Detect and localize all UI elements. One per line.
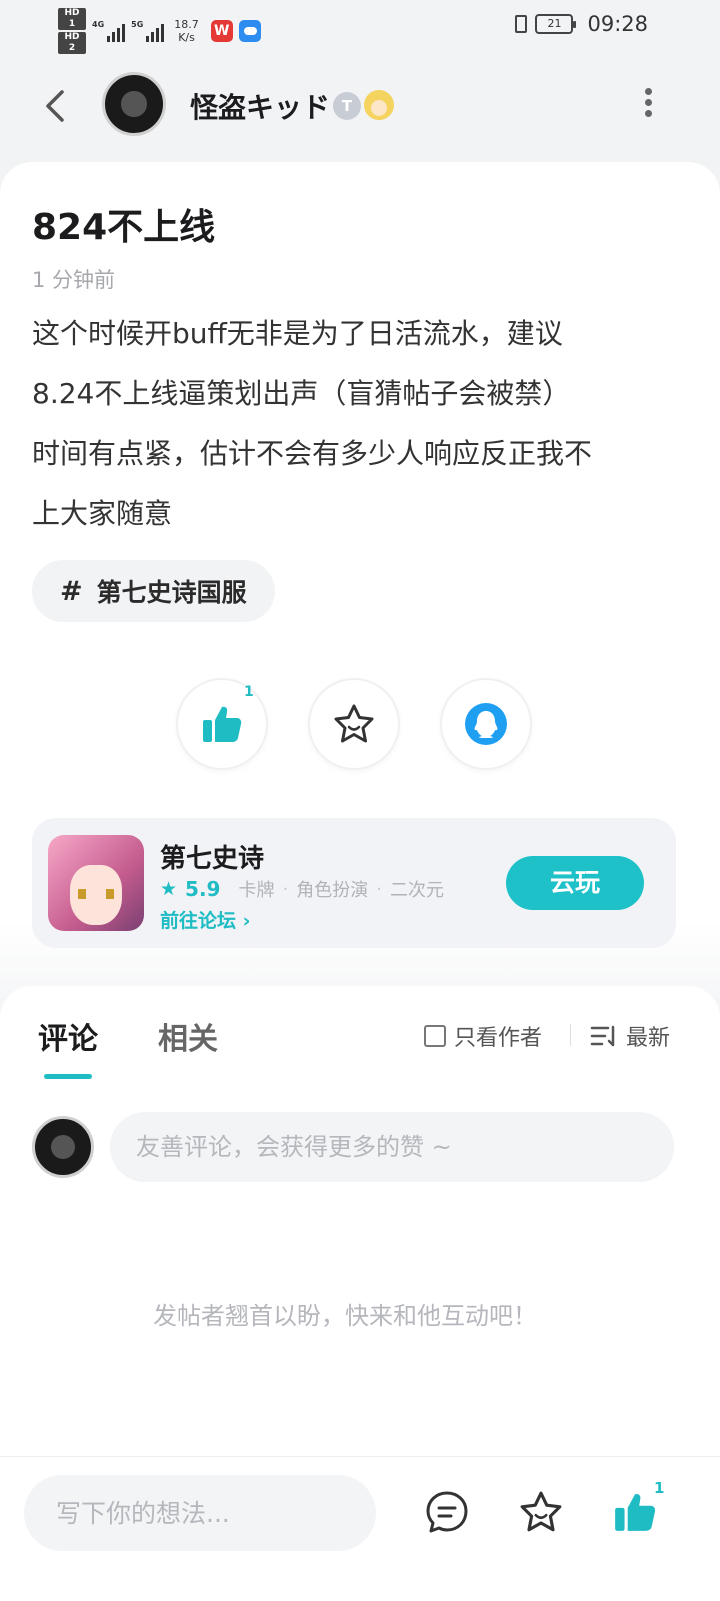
like-count: 1 (244, 684, 254, 700)
status-left: HD 1 HD 2 4G 5G 18.7 K/s W (58, 8, 261, 54)
more-dots-icon (644, 88, 652, 95)
weather-app-icon (238, 20, 261, 42)
hash-icon: # (60, 575, 83, 607)
sort-button[interactable]: 最新 (590, 1020, 670, 1052)
author-avatar[interactable] (102, 72, 166, 136)
comment-icon (426, 1491, 468, 1533)
game-meta: ★ 5.9 卡牌 · 角色扮演 · 二次元 (160, 876, 444, 902)
network-speed-value: 18.7 (174, 18, 199, 31)
cloud-play-button[interactable]: 云玩 (506, 856, 644, 910)
sort-label: 最新 (626, 1026, 671, 1051)
rating-star-icon: ★ (160, 878, 178, 900)
hd1-badge: HD 1 (58, 8, 86, 30)
share-qq-button[interactable] (440, 678, 532, 770)
only-author-toggle[interactable]: 只看作者 (424, 1020, 542, 1052)
clock: 09:28 (587, 12, 648, 36)
status-bar: HD 1 HD 2 4G 5G 18.7 K/s W 21 09:28 (0, 0, 720, 56)
thought-input[interactable] (24, 1475, 376, 1551)
game-genre: 角色扮演 (296, 880, 369, 901)
signal-4g-icon: 4G (92, 20, 126, 42)
only-author-label: 只看作者 (454, 1026, 543, 1051)
topic-tag-label: 第七史诗国服 (96, 578, 247, 607)
qq-icon (465, 703, 507, 745)
network-speed-unit: K/s (178, 31, 195, 44)
comments-section: 评论 相关 只看作者 最新 发帖者翘首以盼，快来和他互动吧！ (0, 986, 720, 1456)
like-button[interactable]: 1 (176, 678, 268, 770)
favorite-button[interactable] (308, 678, 400, 770)
topic-tag[interactable]: # 第七史诗国服 (32, 560, 275, 622)
post-header: 怪盗キッド T (0, 64, 720, 148)
post-body-line: 上大家随意 (32, 497, 173, 530)
tab-comments[interactable]: 评论 (38, 1014, 98, 1058)
author-name[interactable]: 怪盗キッド (190, 86, 330, 126)
back-button[interactable] (38, 86, 78, 126)
genre-separator: · (282, 878, 289, 900)
favorite-bottom-button[interactable] (518, 1489, 564, 1535)
divider (570, 1024, 571, 1046)
signal-5g-icon: 5G (131, 20, 165, 42)
post-title: 824不上线 (32, 207, 216, 248)
like-bottom-count: 1 (654, 1479, 665, 1497)
game-icon[interactable] (48, 835, 144, 931)
wps-app-icon: W (210, 20, 233, 42)
chevron-right-icon: › (242, 910, 251, 932)
tab-related[interactable]: 相关 (158, 1014, 218, 1058)
empty-comments-message: 发帖者翘首以盼，快来和他互动吧！ (153, 1302, 537, 1330)
star-icon (334, 704, 374, 743)
level-badge-icon: T (333, 92, 361, 120)
game-rating: 5.9 (185, 877, 221, 901)
post-time: 1 分钟前 (32, 268, 116, 292)
thumbs-up-icon (615, 1493, 656, 1531)
post-body-line: 这个时候开buff无非是为了日活流水，建议 (32, 317, 563, 350)
thumbs-up-icon (203, 706, 242, 742)
battery-icon: 21 (535, 14, 577, 34)
character-badge-icon (364, 90, 394, 120)
active-tab-indicator (44, 1074, 92, 1079)
game-genre: 卡牌 (238, 880, 275, 901)
game-card[interactable]: 第七史诗 ★ 5.9 卡牌 · 角色扮演 · 二次元 前往论坛 › 云玩 (32, 818, 676, 948)
hd-indicators: HD 1 HD 2 (58, 8, 86, 54)
forum-link[interactable]: 前往论坛 › (160, 906, 250, 933)
comment-input[interactable] (110, 1112, 674, 1182)
forum-link-label: 前往论坛 (160, 910, 237, 932)
network-speed: 18.7 K/s (174, 18, 199, 44)
chevron-left-icon (46, 90, 64, 122)
hd2-badge: HD 2 (58, 32, 86, 54)
post-body: 这个时候开buff无非是为了日活流水，建议 8.24不上线逼策划出声（盲猜帖子会… (32, 304, 682, 544)
checkbox-icon[interactable] (424, 1025, 446, 1047)
star-icon (520, 1491, 562, 1532)
like-bottom-button[interactable] (612, 1489, 658, 1535)
more-options-button[interactable] (630, 84, 666, 128)
signal-4g-label: 4G (92, 20, 105, 29)
game-genre: 二次元 (389, 880, 444, 901)
game-name: 第七史诗 (160, 844, 265, 874)
comment-button[interactable] (424, 1489, 470, 1535)
vibrate-icon (515, 15, 528, 33)
post-body-line: 8.24不上线逼策划出声（盲猜帖子会被禁） (32, 377, 571, 410)
post-actions: 1 (176, 678, 536, 770)
user-avatar[interactable] (32, 1116, 94, 1178)
signal-5g-label: 5G (131, 20, 144, 29)
post-body-line: 时间有点紧，估计不会有多少人响应反正我不 (32, 437, 593, 470)
sort-icon (590, 1025, 615, 1047)
status-right: 21 09:28 (515, 12, 648, 36)
bottom-bar: 1 (0, 1456, 720, 1601)
genre-separator: · (376, 878, 382, 900)
